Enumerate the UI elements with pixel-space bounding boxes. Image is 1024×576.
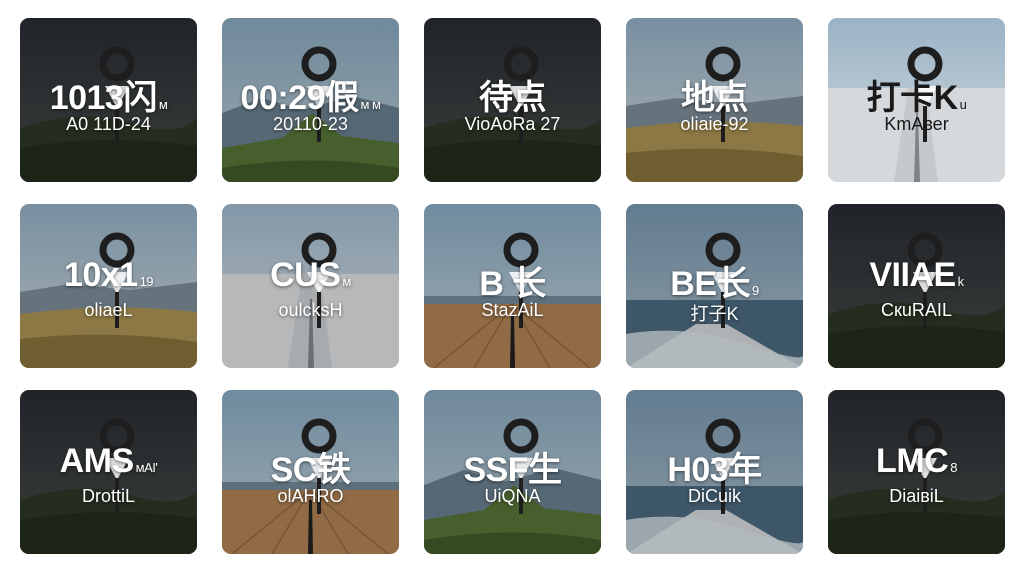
tile-title: 1013闪 м: [20, 70, 197, 119]
tile-title-text: 打卡K: [866, 79, 959, 117]
photo-tile[interactable]: 地点 oliaie-92: [626, 18, 803, 182]
tile-subtitle: KmAвеr: [884, 114, 949, 134]
tile-subtitle: StazAiL: [481, 300, 544, 320]
tile-title-suffix: 19: [139, 274, 154, 289]
tile-title-suffix: мАІ': [135, 460, 158, 475]
photo-tile[interactable]: 打卡K u KmAвеr: [828, 18, 1005, 182]
photo-tile[interactable]: SC铁 olAHRO: [222, 390, 399, 554]
tile-title-text: 地点: [681, 79, 749, 117]
tile-subtitle: DrottiL: [81, 486, 135, 506]
tile-title-text: AMS: [59, 442, 135, 480]
photo-tile[interactable]: LMC 8 DiaiвiL: [828, 390, 1005, 554]
tile-subtitle: DiaiвiL: [889, 486, 944, 506]
tile-subtitle: oliaeL: [84, 300, 133, 320]
photo-tile[interactable]: VIIAE k CкuRAIL: [828, 204, 1005, 368]
photo-tile[interactable]: B 长 StazAiL: [424, 204, 601, 368]
tile-title-suffix: 9: [752, 283, 759, 298]
tile-title-text: B 长: [479, 265, 546, 303]
tile-subtitle: UiQNA: [484, 486, 541, 506]
tile-title-text: SSF生: [463, 451, 562, 489]
photo-tile[interactable]: 00:29假 м м 20110-23: [222, 18, 399, 182]
tile-subtitle: 20110-23: [273, 114, 348, 134]
tile-title-text: 00:29假: [240, 79, 359, 117]
tile-title-text: H03年: [667, 451, 762, 489]
tile-title: B 长: [424, 256, 601, 305]
tile-title-text: 1013闪: [49, 79, 158, 117]
tile-title-text: SC铁: [270, 451, 351, 489]
tile-title-suffix: м м: [360, 97, 381, 112]
tile-title-text: CUS: [270, 256, 341, 294]
photo-tile[interactable]: CUS м oulcksH: [222, 204, 399, 368]
tile-subtitle: 打子K: [690, 304, 739, 324]
photo-tile[interactable]: 1013闪 м A0 11D-24: [20, 18, 197, 182]
tile-title: 地点: [626, 70, 803, 119]
tile-title-text: 10x1: [63, 256, 138, 294]
photo-tile[interactable]: SSF生 UiQNA: [424, 390, 601, 554]
tile-title: 打卡K u: [828, 70, 1005, 119]
tile-subtitle: CкuRAIL: [881, 300, 952, 320]
tile-title: CUS м: [222, 256, 399, 295]
tile-title: VIIAE k: [828, 256, 1005, 295]
tile-title: 待点: [424, 70, 601, 119]
tile-title: SC铁: [222, 442, 399, 491]
tile-title-suffix: м: [342, 274, 351, 289]
tile-title: H03年: [626, 442, 803, 491]
tile-title: SSF生: [424, 442, 601, 491]
photo-tile[interactable]: 10x1 19 oliaeL: [20, 204, 197, 368]
tile-title-text: BE长: [670, 265, 750, 303]
photo-tile[interactable]: 待点 VioAoRa 27: [424, 18, 601, 182]
tile-title: LMC 8: [828, 442, 1005, 481]
tile-subtitle: VioAoRa 27: [464, 114, 561, 134]
tile-subtitle: A0 11D-24: [66, 114, 151, 134]
photo-tile[interactable]: AMS мАІ' DrottiL: [20, 390, 197, 554]
tile-title-suffix: 8: [950, 460, 957, 475]
tile-title-text: 待点: [479, 79, 547, 117]
tile-title-text: LMC: [876, 442, 949, 480]
tile-title-suffix: м: [158, 97, 168, 112]
tile-subtitle: oulcksH: [278, 300, 343, 320]
tile-title: 00:29假 м м: [222, 70, 399, 119]
photo-tile[interactable]: BE长 9 打子K: [626, 204, 803, 368]
tile-title-suffix: u: [959, 97, 967, 112]
tile-title: 10x1 19: [20, 256, 197, 295]
tile-title: BE长 9: [626, 256, 803, 305]
tile-subtitle: olAHRO: [277, 486, 344, 506]
tile-title-suffix: k: [957, 274, 965, 289]
tile-title: AMS мАІ': [20, 442, 197, 481]
tile-subtitle: oliaie-92: [680, 114, 749, 134]
tile-subtitle: DiCuik: [687, 486, 741, 506]
photo-tile[interactable]: H03年 DiCuik: [626, 390, 803, 554]
photo-grid: 1013闪 м A0 11D-24 00:29假 м м 20110-23 待点 VioAoR…: [20, 18, 1005, 554]
tile-title-text: VIIAE: [869, 256, 956, 294]
